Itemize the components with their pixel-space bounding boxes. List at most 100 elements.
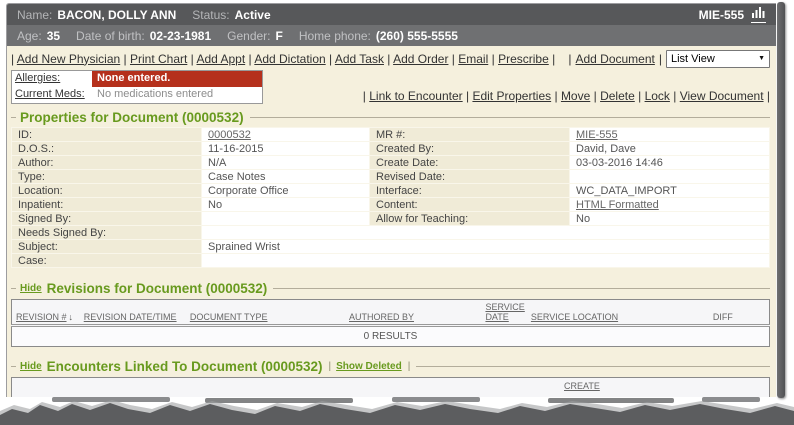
column-label: SERVICE DATE [485, 302, 524, 322]
name-label: Name: [17, 8, 52, 22]
properties-row: Inpatient:NoContent: HTML Formatted [12, 198, 770, 212]
properties-row: Case: [12, 254, 770, 268]
patient-status: Active [235, 8, 271, 22]
phone-label: Home phone: [299, 29, 371, 43]
encounters-title: Encounters Linked To Document (0000532) [47, 359, 323, 374]
properties-row: ID:0000532MR #:MIE-555 [12, 128, 770, 142]
toolbar-link-print-chart[interactable]: Print Chart [130, 52, 187, 66]
view-select[interactable]: List View [666, 50, 770, 68]
prop-value-link[interactable]: MIE-555 [576, 129, 618, 141]
properties-section-header: Properties for Document (0000532) [11, 110, 770, 125]
revisions-column-service-location[interactable]: SERVICE LOCATION [527, 300, 709, 326]
properties-row: D.O.S.:11-16-2015Created By:David, Dave [12, 142, 770, 156]
revisions-column-diff[interactable]: DIFF [709, 300, 770, 326]
prop-value: 0000532 [202, 128, 370, 142]
prop-value: 03-03-2016 14:46 [570, 156, 770, 170]
revisions-title: Revisions for Document (0000532) [47, 281, 268, 296]
status-label: Status: [192, 8, 229, 22]
toolbar-link-add-task[interactable]: Add Task [335, 52, 384, 66]
doc-action-link-view-document[interactable]: View Document [680, 89, 764, 103]
toolbar-link-email[interactable]: Email [458, 52, 488, 66]
prop-value: N/A [202, 156, 370, 170]
separator: | [329, 361, 332, 372]
patient-banner: Name: BACON, DOLLY ANN Status: Active MI… [7, 4, 776, 25]
properties-table: ID:0000532MR #:MIE-555D.O.S.:11-16-2015C… [11, 127, 770, 268]
prop-value: No [202, 198, 370, 212]
toolbar-link-prescribe[interactable]: Prescribe [498, 52, 549, 66]
toolbar-link-add-dictation[interactable]: Add Dictation [254, 52, 325, 66]
doc-action-link-link-to-encounter[interactable]: Link to Encounter [369, 89, 462, 103]
prop-label: Signed By: [12, 212, 202, 226]
torn-edge-right [777, 2, 785, 398]
revisions-section-header: Hide Revisions for Document (0000532) [11, 281, 770, 296]
revisions-column-document-type[interactable]: DOCUMENT TYPE [186, 300, 345, 326]
properties-row: Location:Corporate OfficeInterface:WC_DA… [12, 184, 770, 198]
prop-value: David, Dave [570, 142, 770, 156]
prop-value [570, 170, 770, 184]
revisions-column-authored-by[interactable]: AUTHORED BY [345, 300, 481, 326]
prop-label: D.O.S.: [12, 142, 202, 156]
toolbar-link-add-order[interactable]: Add Order [393, 52, 448, 66]
prop-value: No [570, 212, 770, 226]
properties-row: Needs Signed By: [12, 226, 770, 240]
toolbar-link-add-appt[interactable]: Add Appt [196, 52, 245, 66]
age-value: 35 [47, 29, 60, 43]
sort-descending-icon: ↓ [69, 312, 74, 322]
prop-value-link[interactable]: 0000532 [208, 129, 251, 141]
webchart-window: Name: BACON, DOLLY ANN Status: Active MI… [6, 3, 776, 397]
separator [659, 52, 662, 66]
allergy-and-actions-row: Allergies: None entered. Current Meds: N… [11, 70, 770, 104]
doc-action-link-lock[interactable]: Lock [645, 89, 670, 103]
prop-value [202, 254, 770, 268]
revisions-results: 0 RESULTS [12, 326, 770, 347]
dob-value: 02-23-1981 [150, 29, 211, 43]
doc-action-link-edit-properties[interactable]: Edit Properties [472, 89, 551, 103]
toolbar-link-add-new-physician[interactable]: Add New Physician [17, 52, 120, 66]
revisions-column-revision-[interactable]: REVISION #↓ [12, 300, 80, 326]
hide-revisions-link[interactable]: Hide [20, 283, 42, 294]
encounters-section-header: Hide Encounters Linked To Document (0000… [11, 359, 770, 374]
revisions-table: REVISION #↓REVISION DATE/TIME DOCUMENT TY… [11, 299, 770, 347]
show-deleted-link[interactable]: Show Deleted [336, 361, 402, 372]
properties-row: Signed By:Allow for Teaching:No [12, 212, 770, 226]
prop-value: WC_DATA_IMPORT [570, 184, 770, 198]
prop-label: Author: [12, 156, 202, 170]
gender-label: Gender: [227, 29, 270, 43]
prop-label: Inpatient: [12, 198, 202, 212]
prop-label: MR #: [370, 128, 570, 142]
bar-chart-icon[interactable] [751, 6, 766, 23]
current-meds-value: No medications entered [92, 87, 262, 103]
doc-action-link-delete[interactable]: Delete [600, 89, 635, 103]
current-meds-link[interactable]: Current Meds: [15, 88, 85, 100]
column-label: AUTHORED BY [349, 312, 414, 322]
age-label: Age: [17, 29, 42, 43]
column-label: DOCUMENT TYPE [190, 312, 268, 322]
encounters-table: CREATE [11, 377, 770, 397]
prop-label: Type: [12, 170, 202, 184]
properties-row: Author:N/ACreate Date:03-03-2016 14:46 [12, 156, 770, 170]
chart-content: | Add New Physician | Print Chart | Add … [7, 46, 776, 397]
prop-label: Create Date: [370, 156, 570, 170]
phone-value: (260) 555-5555 [376, 29, 458, 43]
column-label: DIFF [713, 312, 733, 322]
prop-label: Created By: [370, 142, 570, 156]
prop-value [202, 212, 370, 226]
add-document-link[interactable]: Add Document [575, 52, 654, 66]
prop-value-link[interactable]: HTML Formatted [576, 199, 659, 211]
prop-label: Content: [370, 198, 570, 212]
revisions-column-revision-date-time[interactable]: REVISION DATE/TIME [80, 300, 186, 326]
properties-title: Properties for Document (0000532) [20, 110, 244, 125]
prop-label: Needs Signed By: [12, 226, 202, 240]
hide-encounters-link[interactable]: Hide [20, 361, 42, 372]
allergies-panel: Allergies: None entered. Current Meds: N… [11, 70, 263, 104]
allergies-link[interactable]: Allergies: [15, 72, 60, 84]
doc-action-link-move[interactable]: Move [561, 89, 590, 103]
prop-value: 11-16-2015 [202, 142, 370, 156]
gender-value: F [276, 29, 283, 43]
prop-label: Interface: [370, 184, 570, 198]
revisions-column-service-date[interactable]: SERVICE DATE [481, 300, 526, 326]
prop-value: Corporate Office [202, 184, 370, 198]
prop-value [202, 226, 770, 240]
separator [568, 52, 571, 66]
torn-edge-bottom [0, 396, 794, 425]
